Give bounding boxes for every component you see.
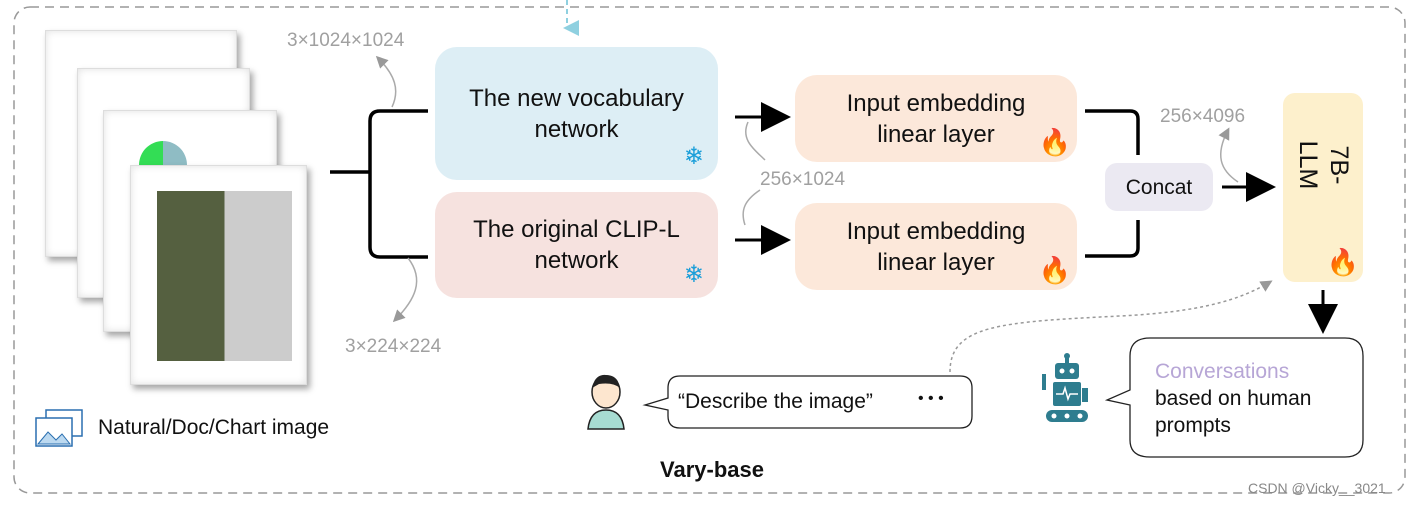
output-line: based on human <box>1155 387 1312 410</box>
snowflake-icon: ❄ <box>683 261 704 288</box>
dim-low-res: 3×224×224 <box>345 336 442 357</box>
clip-network-box: The original CLIP-L network ❄ <box>435 192 718 298</box>
person-icon <box>587 374 625 430</box>
dim-tokens: 256×1024 <box>760 169 846 190</box>
llm-box: 7B-LLM 🔥 <box>1283 93 1363 282</box>
box-label: network <box>534 247 619 274</box>
dim-concat: 256×4096 <box>1160 106 1246 127</box>
watermark: CSDN @Vicky__3021 <box>1248 480 1386 496</box>
flame-icon: 🔥 <box>1326 247 1359 277</box>
output-text: Conversations based on human prompts <box>1155 358 1311 439</box>
embedding-layer-1: Input embedding linear layer 🔥 <box>795 75 1077 162</box>
diagram-title: Vary-base <box>660 457 764 482</box>
flame-icon: 🔥 <box>1038 255 1071 285</box>
dim-hi-res: 3×1024×1024 <box>287 30 405 51</box>
flame-icon: 🔥 <box>1038 127 1071 157</box>
box-label: 7B-LLM <box>1294 140 1353 190</box>
input-label: Natural/Doc/Chart image <box>98 416 330 439</box>
output-line: prompts <box>1155 414 1231 437</box>
image-stack-icon <box>35 409 83 447</box>
snowflake-icon: ❄ <box>683 143 704 170</box>
output-line: Conversations <box>1155 360 1290 383</box>
box-label: The original CLIP-L <box>473 216 680 243</box>
concat-box: Concat <box>1105 163 1213 211</box>
robot-icon <box>1042 353 1088 422</box>
prompt-ellipsis: • • • <box>918 390 944 407</box>
box-label: Input embedding <box>846 217 1026 245</box>
box-label: linear layer <box>877 120 995 148</box>
box-label: network <box>534 115 619 143</box>
new-vocabulary-network-box: The new vocabulary network ❄ <box>435 47 718 180</box>
prompt-text: “Describe the image” <box>678 390 873 413</box>
box-label: linear layer <box>877 248 995 276</box>
embedding-layer-2: Input embedding linear layer 🔥 <box>795 203 1077 290</box>
box-label: Concat <box>1125 175 1193 199</box>
box-label: Input embedding <box>846 89 1026 117</box>
box-label: The new vocabulary <box>469 84 684 112</box>
